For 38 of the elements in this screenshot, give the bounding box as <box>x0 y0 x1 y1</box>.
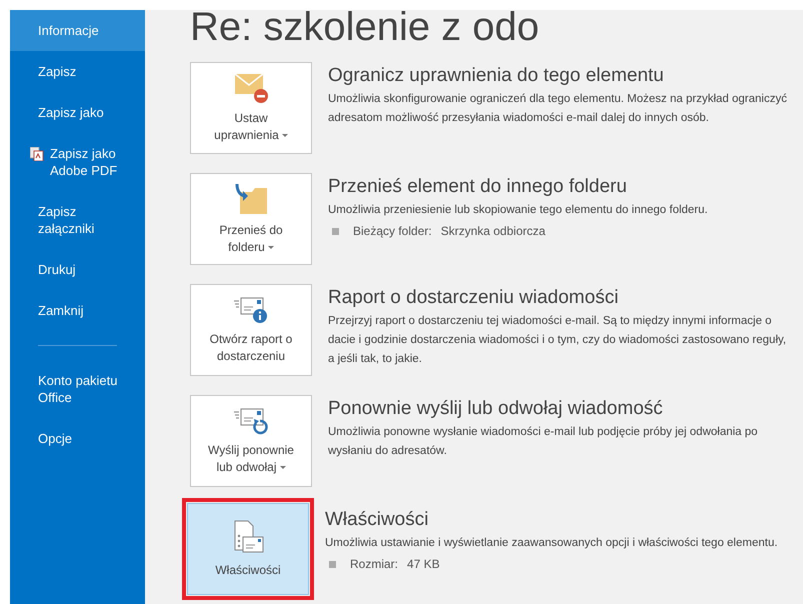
sidebar-item[interactable]: Zapisz jako Adobe PDF <box>10 133 145 191</box>
dropdown-caret-icon <box>280 466 286 470</box>
section-heading: Raport o dostarczeniu wiadomości <box>328 286 620 310</box>
section-description: Umożliwia ustawianie i wyświetlanie zaawansowanych opcji i właściwości tego elementu. <box>325 536 779 551</box>
action-button[interactable]: Ustaw uprawnienia <box>190 62 312 154</box>
section-description: Umożliwia przeniesienie lub skopiowanie tego elementu do innego folderu. <box>328 203 709 218</box>
page-title: Re: szkolenie z odo <box>190 4 540 50</box>
sidebar-item[interactable]: Zapisz załączniki <box>10 191 145 249</box>
section-heading: Przenieś element do innego folderu <box>328 175 628 199</box>
envelope-refresh-icon <box>233 406 269 436</box>
section-heading: Właściwości <box>325 508 430 532</box>
dropdown-caret-icon <box>268 246 274 250</box>
action-button[interactable]: Właściwości <box>187 503 309 595</box>
bullet-icon <box>332 228 339 235</box>
section-description: Umożliwia skonfigurowanie ograniczeń dla tego elementu. Możesz na przykład ograniczyć adresatom możliwość przesyłania wiadomości e-mail dalej do innych osób. <box>328 92 788 126</box>
dropdown-caret-icon <box>282 134 288 138</box>
section-heading: Ogranicz uprawnienia do tego elementu <box>328 64 665 88</box>
action-button[interactable]: Otwórz raport o dostarczeniu <box>190 284 312 376</box>
sidebar-item[interactable]: Zapisz <box>10 51 145 92</box>
action-button[interactable]: Przenieś do folderu <box>190 173 312 265</box>
section-description: Umożliwia ponowne wysłanie wiadomości e-mail lub podjęcie próby jej odwołania po wysłaniu do adresatów. <box>328 425 759 459</box>
sidebar-item[interactable]: Informacje <box>10 10 145 51</box>
section-description: Przejrzyj raport o dostarczeniu tej wiadomości e-mail. Są to między innymi informacje o dacie i godzinie dostarczenia wiadomości i o tym, czy do wiadomości zastosowano reguły, a jeśli tak, to jakie. <box>328 314 788 367</box>
sidebar-item[interactable]: Drukuj <box>10 249 145 290</box>
envelope-info-icon <box>233 295 269 325</box>
detail-value: Skrzynka odbiorcza <box>440 223 546 240</box>
sidebar-item[interactable]: Konto pakietu Office <box>10 360 145 418</box>
sidebar-item[interactable]: Opcje <box>10 418 145 459</box>
section-heading: Ponownie wyślij lub odwołaj wiadomość <box>328 397 664 421</box>
detail-label: Rozmiar: <box>350 556 398 573</box>
action-button[interactable]: Wyślij ponownie lub odwołaj <box>190 395 312 487</box>
pdf-document-icon <box>30 147 44 161</box>
detail-value: 47 KB <box>407 556 440 573</box>
sidebar-item[interactable]: Zapisz jako <box>10 92 145 133</box>
envelope-blocked-icon <box>233 72 269 104</box>
sidebar-item[interactable]: Zamknij <box>10 290 145 331</box>
bullet-icon <box>329 561 336 568</box>
detail-label: Bieżący folder: <box>353 223 432 240</box>
